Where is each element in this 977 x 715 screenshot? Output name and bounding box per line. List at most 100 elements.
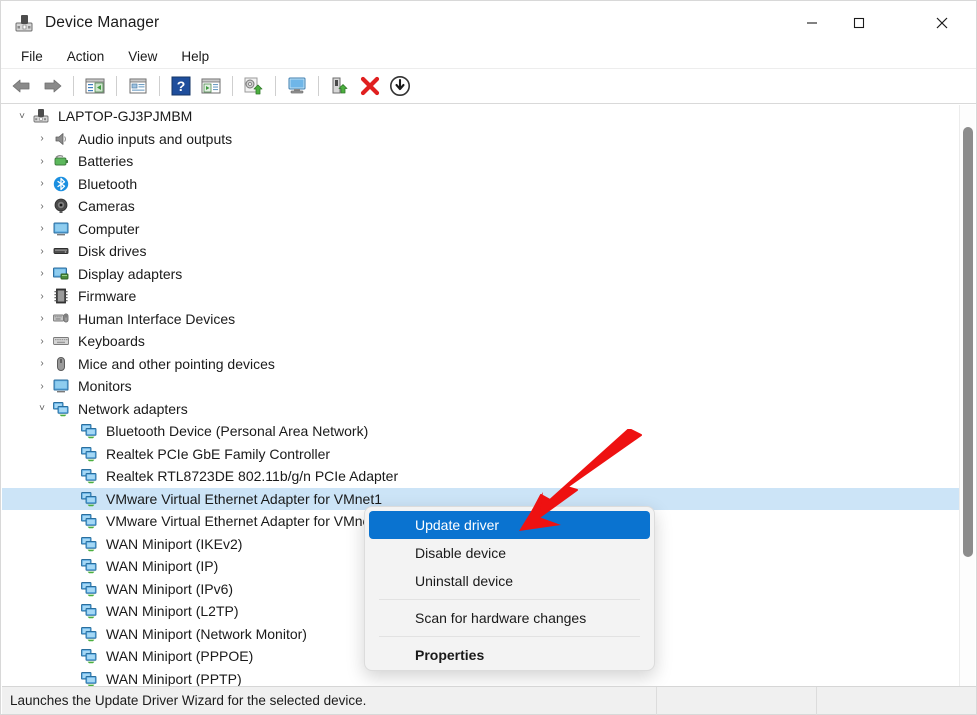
- chevron-down-icon[interactable]: ˅: [12, 111, 32, 122]
- tree-label: WAN Miniport (IP): [106, 559, 218, 573]
- menu-action[interactable]: Action: [57, 47, 115, 66]
- help-icon[interactable]: ?: [166, 72, 196, 100]
- network-adapter-icon: [80, 512, 100, 530]
- tree-row-monitors[interactable]: › Monitors: [2, 375, 960, 398]
- chevron-right-icon[interactable]: ›: [32, 133, 52, 144]
- tree-label: Keyboards: [78, 334, 145, 348]
- chevron-right-icon[interactable]: ›: [32, 223, 52, 234]
- hid-icon: [52, 310, 72, 328]
- scrollbar-thumb[interactable]: [963, 127, 973, 557]
- chevron-right-icon[interactable]: ›: [32, 201, 52, 212]
- tree-label: Mice and other pointing devices: [78, 357, 275, 371]
- tree-row-disk-drives[interactable]: › Disk drives: [2, 240, 960, 263]
- tree-row-bluetooth[interactable]: › Bluetooth: [2, 173, 960, 196]
- tree-row-audio-inputs-and-outputs[interactable]: › Audio inputs and outputs: [2, 128, 960, 151]
- chevron-right-icon[interactable]: ›: [32, 178, 52, 189]
- uninstall-device-icon[interactable]: [355, 72, 385, 100]
- back-icon[interactable]: [7, 72, 37, 100]
- tree-label: Human Interface Devices: [78, 312, 235, 326]
- update-driver-icon[interactable]: [239, 72, 269, 100]
- tree-row-keyboards[interactable]: › Keyboards: [2, 330, 960, 353]
- tree-row-human-interface-devices[interactable]: › Human Interface Devices: [2, 308, 960, 331]
- tree-label: WAN Miniport (L2TP): [106, 604, 239, 618]
- tree-row-cameras[interactable]: › Cameras: [2, 195, 960, 218]
- tree-row-network-adapters[interactable]: ˅ Network adapters: [2, 398, 960, 421]
- chevron-right-icon[interactable]: ›: [32, 156, 52, 167]
- tree-label: WAN Miniport (PPPOE): [106, 649, 253, 663]
- tree-row-firmware[interactable]: › Firmware: [2, 285, 960, 308]
- window-title: Device Manager: [45, 14, 159, 32]
- monitor-icon: [52, 377, 72, 395]
- context-menu-item-uninstall-device[interactable]: Uninstall device: [369, 567, 650, 595]
- network-adapter-icon: [52, 400, 72, 418]
- tree-row-mice-and-other-pointing-devices[interactable]: › Mice and other pointing devices: [2, 353, 960, 376]
- chevron-right-icon[interactable]: ›: [32, 246, 52, 257]
- network-adapter-icon: [80, 580, 100, 598]
- network-adapter-icon: [80, 422, 100, 440]
- network-adapter-icon: [80, 647, 100, 665]
- tree-label: Disk drives: [78, 244, 146, 258]
- network-adapter-icon: [80, 625, 100, 643]
- keyboard-icon: [52, 332, 72, 350]
- tree-row-display-adapters[interactable]: › Display adapters: [2, 263, 960, 286]
- tree-label: Monitors: [78, 379, 132, 393]
- minimize-button[interactable]: [788, 1, 835, 44]
- vertical-scrollbar[interactable]: [959, 105, 975, 686]
- context-menu-separator: [379, 636, 640, 637]
- context-menu-item-disable-device[interactable]: Disable device: [369, 539, 650, 567]
- bluetooth-icon: [52, 175, 72, 193]
- tree-label: Computer: [78, 222, 139, 236]
- tree-row-network-device[interactable]: Bluetooth Device (Personal Area Network): [2, 420, 960, 443]
- tree-label: Display adapters: [78, 267, 182, 281]
- menu-view[interactable]: View: [118, 47, 167, 66]
- tree-label: WAN Miniport (IKEv2): [106, 537, 242, 551]
- tree-label: VMware Virtual Ethernet Adapter for VMne…: [106, 492, 382, 506]
- network-adapter-icon: [80, 602, 100, 620]
- scan-for-hardware-changes-icon[interactable]: [282, 72, 312, 100]
- device-manager-icon: [13, 12, 35, 34]
- chevron-down-icon[interactable]: ˅: [32, 403, 52, 414]
- mouse-icon: [52, 355, 72, 373]
- status-text: Launches the Update Driver Wizard for th…: [2, 693, 656, 708]
- chevron-right-icon[interactable]: ›: [32, 313, 52, 324]
- tree-row-network-device[interactable]: Realtek PCIe GbE Family Controller: [2, 443, 960, 466]
- computer-root-icon: [32, 107, 52, 125]
- tree-label: Batteries: [78, 154, 133, 168]
- tree-label: WAN Miniport (IPv6): [106, 582, 233, 596]
- tree-label: Bluetooth: [78, 177, 137, 191]
- menu-bar: File Action View Help: [1, 44, 976, 69]
- show-hide-console-tree-icon[interactable]: [80, 72, 110, 100]
- chevron-right-icon[interactable]: ›: [32, 291, 52, 302]
- tree-label-root: LAPTOP-GJ3PJMBM: [58, 109, 192, 123]
- tree-label: Bluetooth Device (Personal Area Network): [106, 424, 368, 438]
- tree-row-computer[interactable]: › Computer: [2, 218, 960, 241]
- forward-icon[interactable]: [37, 72, 67, 100]
- context-menu-separator: [379, 599, 640, 600]
- chevron-right-icon[interactable]: ›: [32, 358, 52, 369]
- context-menu[interactable]: Update driver Disable device Uninstall d…: [364, 506, 655, 671]
- network-adapter-icon: [80, 535, 100, 553]
- tree-label: Firmware: [78, 289, 136, 303]
- disable-device-icon[interactable]: [385, 72, 415, 100]
- maximize-button[interactable]: [835, 1, 882, 44]
- context-menu-item-update-driver[interactable]: Update driver: [369, 511, 650, 539]
- network-adapter-icon: [80, 467, 100, 485]
- chevron-right-icon[interactable]: ›: [32, 381, 52, 392]
- tree-row-batteries[interactable]: › Batteries: [2, 150, 960, 173]
- menu-file[interactable]: File: [11, 47, 53, 66]
- toolbar: ?: [1, 69, 976, 104]
- menu-help[interactable]: Help: [171, 47, 219, 66]
- disk-drive-icon: [52, 242, 72, 260]
- display-adapter-icon: [52, 265, 72, 283]
- tree-label: Realtek RTL8723DE 802.11b/g/n PCIe Adapt…: [106, 469, 398, 483]
- properties-icon[interactable]: [123, 72, 153, 100]
- tree-row-root[interactable]: ˅ LAPTOP-GJ3PJMBM: [2, 105, 960, 128]
- action-menu-icon[interactable]: [196, 72, 226, 100]
- enable-device-icon[interactable]: [325, 72, 355, 100]
- chevron-right-icon[interactable]: ›: [32, 268, 52, 279]
- context-menu-item-properties[interactable]: Properties: [369, 641, 650, 669]
- chevron-right-icon[interactable]: ›: [32, 336, 52, 347]
- close-button[interactable]: [918, 1, 965, 44]
- context-menu-item-scan-for-hardware-changes[interactable]: Scan for hardware changes: [369, 604, 650, 632]
- tree-row-network-device[interactable]: Realtek RTL8723DE 802.11b/g/n PCIe Adapt…: [2, 465, 960, 488]
